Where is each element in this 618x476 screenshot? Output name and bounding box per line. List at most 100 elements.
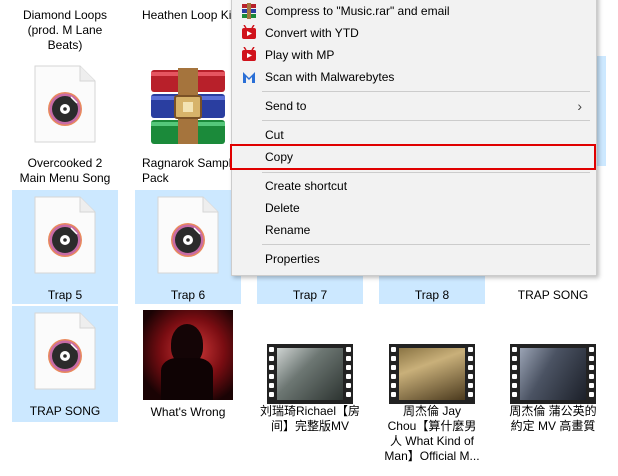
music-file-icon bbox=[34, 312, 96, 390]
file-tile[interactable]: Heathen Loop Ki bbox=[135, 0, 241, 58]
film-hole bbox=[391, 365, 396, 370]
file-label: TRAP SONG bbox=[29, 404, 101, 418]
menu-item-label: Play with MP bbox=[265, 48, 335, 62]
film-hole bbox=[391, 356, 396, 361]
file-label: 刘瑞琦Richael【房 间】完整版MV bbox=[259, 404, 361, 433]
menu-item-scan-malwarebytes[interactable]: Scan with Malwarebytes bbox=[232, 66, 594, 88]
file-tile[interactable]: 周杰倫 蒲公英的 約定 MV 高畫質 bbox=[500, 306, 606, 436]
menu-separator bbox=[262, 120, 590, 121]
film-hole bbox=[346, 347, 351, 352]
video-thumbnail bbox=[389, 344, 475, 404]
film-hole bbox=[346, 365, 351, 370]
film-hole bbox=[269, 347, 274, 352]
film-hole bbox=[391, 347, 396, 352]
menu-item-cut[interactable]: Cut bbox=[232, 124, 594, 146]
menu-item-create-shortcut[interactable]: Create shortcut bbox=[232, 175, 594, 197]
file-label: Trap 8 bbox=[414, 288, 450, 302]
mp-icon bbox=[242, 47, 256, 61]
file-tile[interactable]: Diamond Loops (prod. M Lane Beats) bbox=[12, 0, 118, 58]
file-tile[interactable]: 周杰倫 Jay Chou【算什麼男 人 What Kind of Man】Off… bbox=[379, 306, 485, 466]
film-hole bbox=[346, 374, 351, 379]
music-file-icon bbox=[34, 65, 96, 143]
menu-item-rename[interactable]: Rename bbox=[232, 219, 594, 241]
menu-item-label: Create shortcut bbox=[265, 179, 348, 193]
file-label: What's Wrong bbox=[150, 405, 226, 419]
menu-item-compress-email[interactable]: Compress to "Music.rar" and email bbox=[232, 0, 594, 22]
context-menu: Compress to "Music.rar" and email Conver… bbox=[230, 0, 597, 276]
file-label: Trap 6 bbox=[170, 288, 206, 302]
film-hole bbox=[269, 383, 274, 388]
film-hole bbox=[468, 356, 473, 361]
film-hole bbox=[269, 374, 274, 379]
film-hole bbox=[589, 365, 594, 370]
file-tile-selected[interactable]: Trap 5 bbox=[12, 190, 118, 304]
menu-separator bbox=[262, 91, 590, 92]
menu-item-play-mp[interactable]: Play with MP bbox=[232, 44, 594, 66]
film-hole bbox=[589, 374, 594, 379]
file-label: 周杰倫 蒲公英的 約定 MV 高畫質 bbox=[509, 404, 597, 433]
winrar-archive-icon bbox=[151, 68, 225, 144]
film-hole bbox=[512, 374, 517, 379]
malwarebytes-icon bbox=[243, 72, 255, 83]
film-hole bbox=[346, 383, 351, 388]
film-hole bbox=[468, 347, 473, 352]
file-label: Diamond Loops (prod. M Lane Beats) bbox=[22, 8, 108, 52]
menu-item-label: Copy bbox=[265, 150, 294, 164]
film-hole bbox=[269, 365, 274, 370]
film-hole bbox=[269, 356, 274, 361]
menu-item-copy[interactable]: Copy bbox=[230, 144, 596, 170]
video-thumbnail bbox=[510, 344, 596, 404]
menu-separator bbox=[262, 244, 590, 245]
menu-item-label: Cut bbox=[265, 128, 284, 142]
film-hole bbox=[512, 356, 517, 361]
menu-item-convert-ytd[interactable]: Convert with YTD bbox=[232, 22, 594, 44]
film-hole bbox=[346, 392, 351, 397]
winrar-icon bbox=[242, 3, 256, 19]
menu-separator bbox=[262, 172, 590, 173]
menu-item-delete[interactable]: Delete bbox=[232, 197, 594, 219]
selection-edge bbox=[596, 56, 606, 166]
music-file-icon bbox=[34, 196, 96, 274]
film-hole bbox=[589, 356, 594, 361]
file-label: Overcooked 2 Main Menu Song bbox=[19, 156, 111, 185]
video-thumbnail bbox=[267, 344, 353, 404]
film-hole bbox=[512, 383, 517, 388]
film-hole bbox=[589, 392, 594, 397]
file-tile-selected[interactable]: TRAP SONG bbox=[12, 306, 118, 422]
film-hole bbox=[512, 347, 517, 352]
file-tile[interactable]: What's Wrong bbox=[135, 306, 241, 422]
film-hole bbox=[391, 374, 396, 379]
film-hole bbox=[589, 347, 594, 352]
film-hole bbox=[269, 392, 274, 397]
file-label: Trap 5 bbox=[47, 288, 83, 302]
file-tile-selected[interactable]: Trap 6 bbox=[135, 190, 241, 304]
film-hole bbox=[468, 392, 473, 397]
ytd-icon bbox=[242, 25, 256, 39]
menu-item-label: Send to bbox=[265, 99, 307, 113]
film-hole bbox=[468, 365, 473, 370]
menu-item-label: Properties bbox=[265, 252, 320, 266]
film-hole bbox=[391, 392, 396, 397]
menu-item-label: Rename bbox=[265, 223, 311, 237]
menu-item-label: Delete bbox=[265, 201, 300, 215]
film-hole bbox=[512, 365, 517, 370]
file-tile[interactable]: 刘瑞琦Richael【房 间】完整版MV bbox=[257, 306, 363, 436]
menu-item-label: Scan with Malwarebytes bbox=[265, 70, 395, 84]
submenu-arrow-icon: › bbox=[577, 98, 582, 114]
music-file-icon bbox=[157, 196, 219, 274]
film-hole bbox=[589, 383, 594, 388]
file-label: 周杰倫 Jay Chou【算什麼男 人 What Kind of Man】Off… bbox=[384, 404, 480, 463]
menu-item-properties[interactable]: Properties bbox=[232, 248, 594, 270]
film-hole bbox=[391, 383, 396, 388]
file-tile[interactable]: Ragnarok Sampl Pack bbox=[135, 60, 241, 188]
file-label: Trap 7 bbox=[292, 288, 328, 302]
menu-item-label: Compress to "Music.rar" and email bbox=[265, 4, 450, 18]
file-tile[interactable]: Overcooked 2 Main Menu Song bbox=[12, 60, 118, 188]
menu-item-label: Convert with YTD bbox=[265, 26, 359, 40]
film-hole bbox=[468, 374, 473, 379]
film-hole bbox=[346, 356, 351, 361]
film-hole bbox=[512, 392, 517, 397]
menu-item-send-to[interactable]: Send to › bbox=[232, 95, 594, 117]
album-art-thumbnail bbox=[143, 310, 233, 400]
file-label: TRAP SONG bbox=[517, 288, 589, 302]
